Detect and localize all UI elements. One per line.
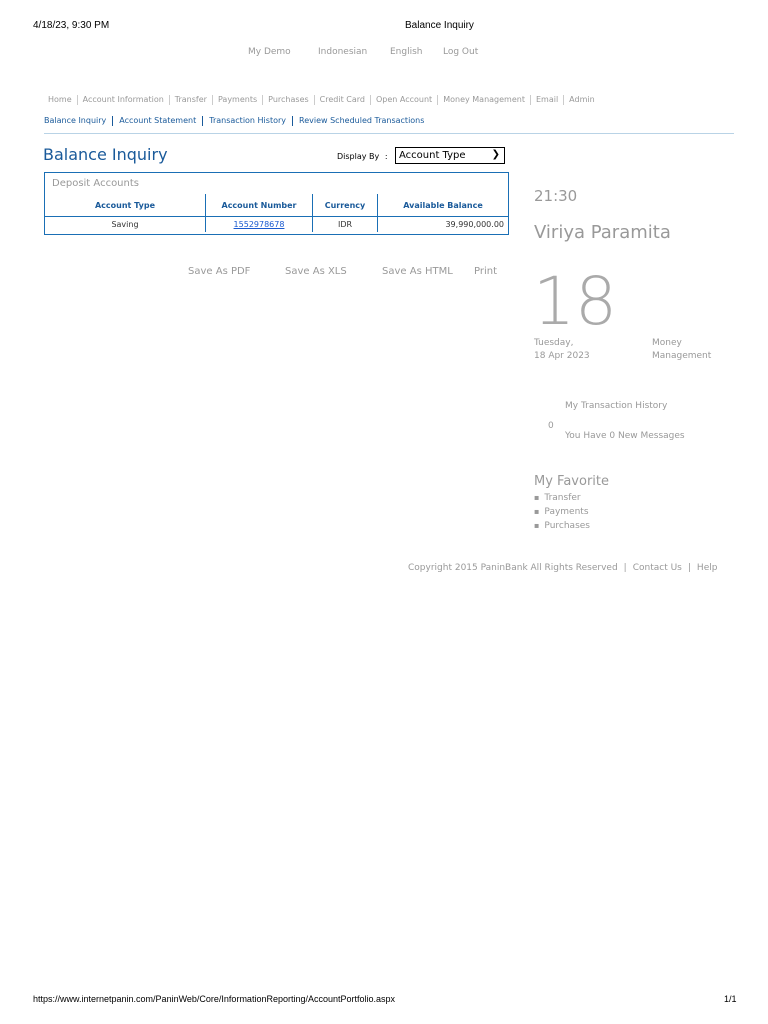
- nav-divider: [44, 133, 734, 134]
- footer-sep-2: |: [687, 563, 691, 573]
- display-by-select[interactable]: Account Type ❯: [395, 147, 505, 164]
- sub-nav: Balance Inquiry Account Statement Transa…: [44, 116, 430, 126]
- top-nav-my-demo[interactable]: My Demo: [248, 47, 291, 57]
- site-footer: Copyright 2015 PaninBank All Rights Rese…: [408, 563, 717, 573]
- calendar-date: Tuesday, 18 Apr 2023: [534, 337, 590, 363]
- sub-nav-account-statement[interactable]: Account Statement: [112, 116, 202, 126]
- favorite-transfer[interactable]: Transfer: [534, 491, 590, 505]
- cell-available-balance: 39,990,000.00: [377, 216, 508, 232]
- print-page-number: 1/1: [724, 994, 737, 1004]
- main-nav-open-account[interactable]: Open Account: [369, 95, 437, 105]
- sub-nav-balance-inquiry[interactable]: Balance Inquiry: [44, 116, 112, 126]
- table-header-row: Account Type Account Number Currency Ava…: [45, 194, 508, 217]
- table-row: Saving 1552978678 IDR 39,990,000.00: [45, 216, 508, 232]
- money-management-line2: Management: [652, 351, 712, 361]
- col-account-type: Account Type: [45, 194, 206, 217]
- page-title: Balance Inquiry: [43, 145, 168, 164]
- top-nav-logout[interactable]: Log Out: [443, 47, 478, 57]
- top-nav-english[interactable]: English: [390, 47, 423, 57]
- col-available-balance: Available Balance: [377, 194, 508, 217]
- cell-account-number: 1552978678: [205, 216, 313, 232]
- cell-currency: IDR: [312, 216, 378, 232]
- main-nav-credit-card[interactable]: Credit Card: [313, 95, 370, 105]
- footer-sep-1: |: [623, 563, 627, 573]
- top-nav-indonesian[interactable]: Indonesian: [318, 47, 367, 57]
- deposit-accounts-table: Account Type Account Number Currency Ava…: [45, 194, 508, 232]
- clock-time: 21:30: [534, 187, 578, 205]
- main-nav-email[interactable]: Email: [529, 95, 563, 105]
- money-management-link[interactable]: Money Management: [652, 337, 711, 363]
- message-count: 0: [548, 421, 554, 431]
- account-number-link[interactable]: 1552978678: [234, 220, 285, 229]
- deposit-accounts-caption: Deposit Accounts: [52, 178, 139, 189]
- money-management-line1: Money: [652, 338, 682, 348]
- main-nav-account-information[interactable]: Account Information: [76, 95, 169, 105]
- help-link[interactable]: Help: [697, 563, 718, 573]
- transaction-history-link[interactable]: My Transaction History: [565, 400, 667, 413]
- favorites-title: My Favorite: [534, 474, 609, 489]
- save-pdf-button[interactable]: Save As PDF: [188, 266, 250, 277]
- print-url: https://www.internetpanin.com/PaninWeb/C…: [33, 994, 396, 1004]
- print-title: Balance Inquiry: [405, 20, 474, 31]
- calendar-day: 18: [533, 263, 617, 340]
- copyright-text: Copyright 2015 PaninBank All Rights Rese…: [408, 563, 618, 573]
- main-nav-home[interactable]: Home: [48, 95, 77, 105]
- favorites-list: Transfer Payments Purchases: [534, 491, 590, 533]
- save-xls-button[interactable]: Save As XLS: [285, 266, 347, 277]
- main-nav-money-management[interactable]: Money Management: [437, 95, 530, 105]
- display-by-value: Account Type: [399, 150, 466, 161]
- col-account-number: Account Number: [205, 194, 313, 217]
- deposit-accounts-panel: Deposit Accounts Account Type Account Nu…: [44, 172, 509, 235]
- print-button[interactable]: Print: [474, 266, 497, 277]
- col-currency: Currency: [312, 194, 378, 217]
- sub-nav-review-scheduled[interactable]: Review Scheduled Transactions: [292, 116, 430, 126]
- print-datetime: 4/18/23, 9:30 PM: [33, 20, 110, 31]
- main-nav-transfer[interactable]: Transfer: [168, 95, 212, 105]
- calendar-weekday: Tuesday,: [534, 338, 574, 348]
- main-nav-purchases[interactable]: Purchases: [262, 95, 314, 105]
- chevron-down-icon: ❯: [491, 149, 500, 160]
- save-html-button[interactable]: Save As HTML: [382, 266, 453, 277]
- main-nav-admin[interactable]: Admin: [563, 95, 600, 105]
- sub-nav-transaction-history[interactable]: Transaction History: [202, 116, 292, 126]
- favorite-payments[interactable]: Payments: [534, 505, 590, 519]
- messages-link[interactable]: You Have 0 New Messages: [565, 430, 685, 443]
- display-by-colon: :: [384, 152, 388, 161]
- user-name: Viriya Paramita: [534, 222, 671, 243]
- favorite-purchases[interactable]: Purchases: [534, 519, 590, 533]
- display-by-text: Display By: [337, 152, 380, 161]
- main-nav: Home Account Information Transfer Paymen…: [48, 95, 600, 105]
- display-by-label: Display By :: [337, 152, 388, 161]
- calendar-full-date: 18 Apr 2023: [534, 351, 590, 361]
- contact-us-link[interactable]: Contact Us: [633, 563, 682, 573]
- cell-account-type: Saving: [111, 220, 139, 229]
- main-nav-payments[interactable]: Payments: [211, 95, 262, 105]
